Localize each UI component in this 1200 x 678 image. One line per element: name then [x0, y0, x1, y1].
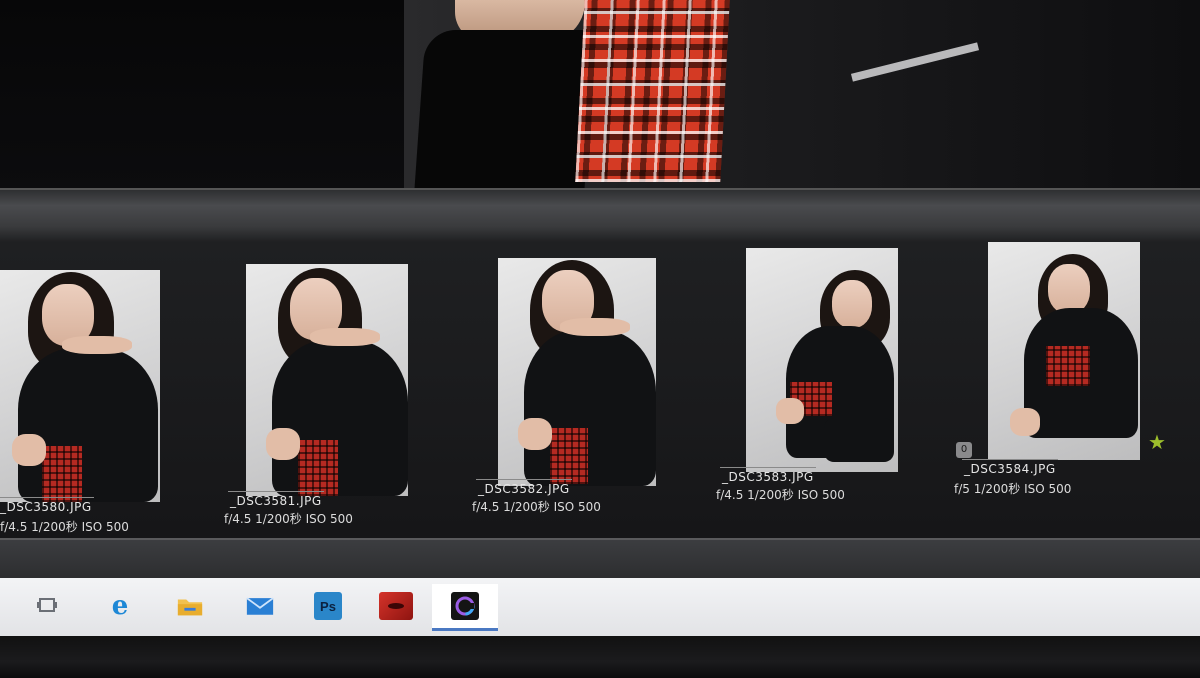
taskbar-task-view[interactable]	[26, 584, 70, 628]
thumbnail-image[interactable]	[498, 258, 656, 486]
mail-icon	[246, 592, 274, 620]
taskbar: e Ps	[0, 578, 1200, 636]
thumbnail-image[interactable]	[0, 270, 160, 502]
taskbar-file-explorer[interactable]	[168, 584, 212, 628]
thumbnail-image[interactable]	[988, 242, 1140, 460]
preview-image-detail	[414, 30, 596, 190]
taskbar-capture-one[interactable]	[432, 584, 498, 631]
thumbnail-filename: _DSC3582.JPG	[476, 479, 572, 496]
filmstrip-thumbnail[interactable]: _DSC3581.JPG f/4.5 1/200秒 ISO 500	[200, 242, 452, 538]
thumbnail-image[interactable]	[246, 264, 408, 496]
capture-one-icon	[451, 592, 479, 620]
preview-image-detail	[575, 0, 730, 182]
thumbnail-exif: f/4.5 1/200秒 ISO 500	[472, 500, 601, 514]
rating-star-icon[interactable]: ★	[1148, 432, 1166, 452]
thumbnail-filename: _DSC3583.JPG	[720, 467, 816, 484]
monitor-bezel	[0, 636, 1200, 678]
filmstrip-toolbar	[0, 188, 1200, 244]
thumbnail-exif: f/4.5 1/200秒 ISO 500	[0, 520, 129, 534]
filmstrip-thumbnail[interactable]: 0 ★ _DSC3584.JPG f/5 1/200秒 ISO 500	[944, 242, 1200, 538]
taskbar-red-app[interactable]	[374, 584, 418, 628]
photoshop-icon: Ps	[314, 592, 342, 620]
thumbnail-filename: _DSC3584.JPG	[962, 459, 1058, 476]
thumbnail-filename: _DSC3580.JPG	[0, 497, 94, 514]
thumbnail-badge: 0	[956, 442, 972, 458]
thumbnail-image[interactable]	[746, 248, 898, 472]
app-bottom-panel	[0, 538, 1200, 582]
filmstrip-thumbnail[interactable]: _DSC3580.JPG f/4.5 1/200秒 ISO 500	[0, 242, 202, 538]
folder-icon	[176, 592, 204, 620]
thumbnail-filename: _DSC3581.JPG	[228, 491, 324, 508]
filmstrip-thumbnail[interactable]: _DSC3583.JPG f/4.5 1/200秒 ISO 500	[700, 242, 946, 538]
edge-icon: e	[111, 591, 129, 621]
thumbnail-exif: f/4.5 1/200秒 ISO 500	[716, 488, 845, 502]
filmstrip[interactable]: _DSC3580.JPG f/4.5 1/200秒 ISO 500 _DSC35…	[0, 242, 1200, 538]
thumbnail-exif: f/4.5 1/200秒 ISO 500	[224, 512, 353, 526]
task-view-icon	[34, 592, 62, 620]
taskbar-edge[interactable]: e	[98, 584, 142, 628]
filmstrip-thumbnail[interactable]: _DSC3582.JPG f/4.5 1/200秒 ISO 500	[450, 242, 702, 538]
red-app-icon	[379, 592, 413, 620]
thumbnail-exif: f/5 1/200秒 ISO 500	[954, 482, 1072, 496]
taskbar-photoshop[interactable]: Ps	[306, 584, 350, 628]
main-preview	[0, 0, 1200, 200]
taskbar-mail[interactable]	[238, 584, 282, 628]
